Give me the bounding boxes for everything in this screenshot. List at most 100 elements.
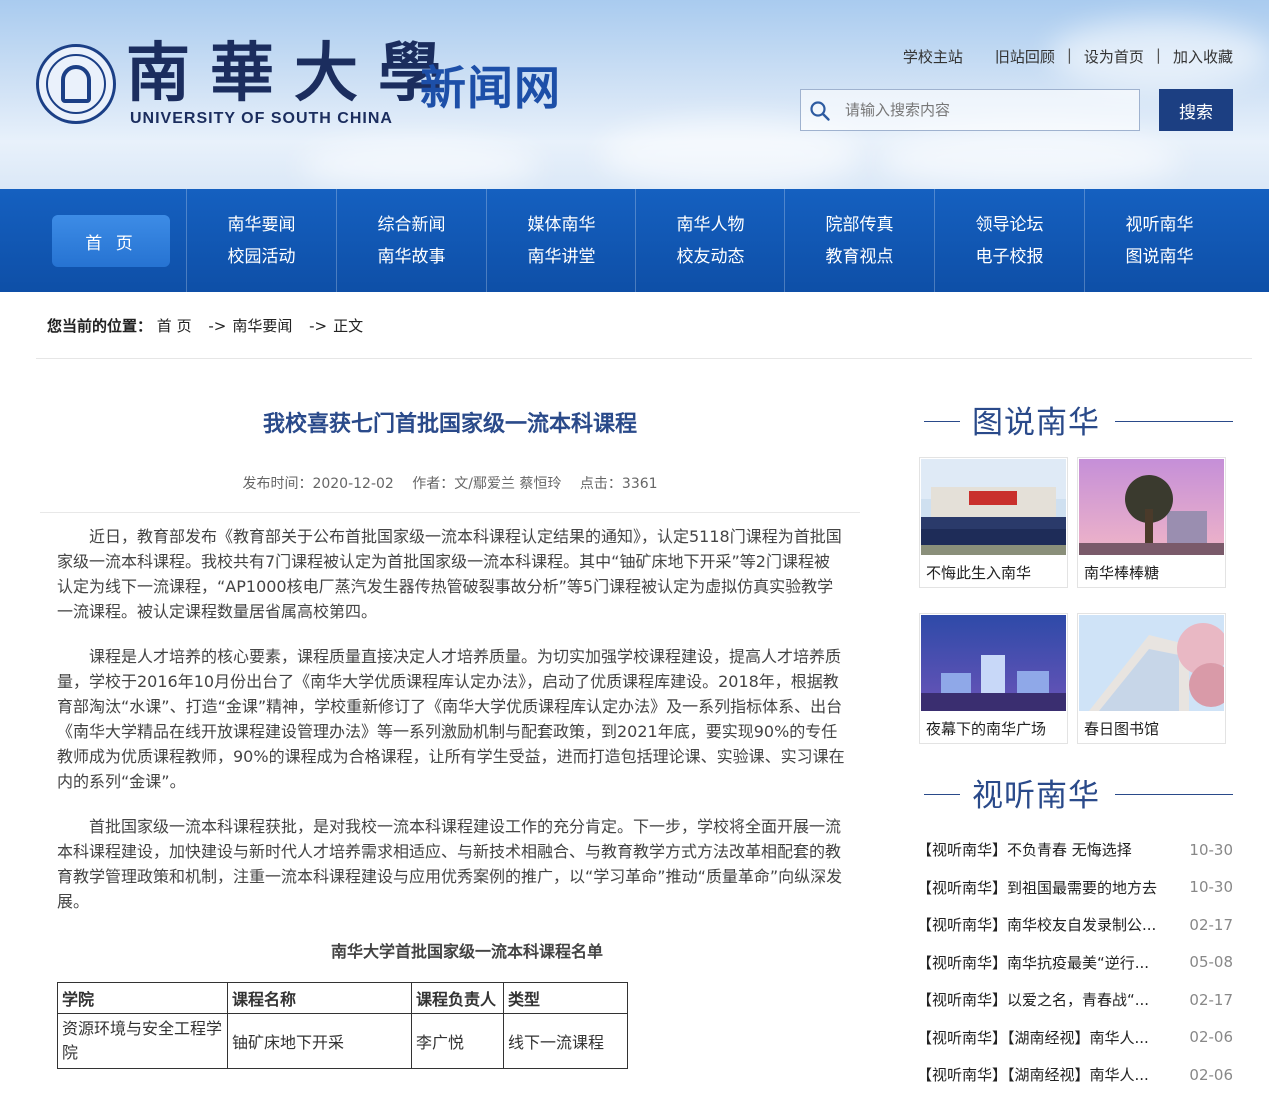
nav-column: 南华要闻 校园活动 — [186, 189, 336, 292]
top-link-old-site[interactable]: 旧站回顾 — [995, 46, 1055, 67]
top-link-bookmark[interactable]: 加入收藏 — [1173, 46, 1233, 67]
table-header-row: 学院 课程名称 课程负责人 类型 — [57, 982, 628, 1014]
video-date: 05-08 — [1189, 953, 1233, 972]
photo-caption[interactable]: 不悔此生入南华 — [926, 562, 1031, 583]
breadcrumb-home[interactable]: 首 页 — [157, 317, 192, 335]
list-item[interactable]: 【视听南华】【湖南经视】南华人... 02-06 — [917, 1056, 1233, 1094]
photo-card[interactable]: 春日图书馆 — [1077, 613, 1226, 744]
video-date: 02-17 — [1189, 915, 1233, 934]
video-section-title[interactable]: 视听南华 — [972, 770, 1100, 815]
table-header: 类型 — [503, 982, 628, 1014]
link-separator: | — [1066, 46, 1072, 64]
breadcrumb-section[interactable]: 南华要闻 — [232, 317, 292, 335]
list-item[interactable]: 【视听南华】到祖国最需要的地方去 10-30 — [917, 869, 1233, 907]
table-header: 课程名称 — [227, 982, 412, 1014]
nav-column: 院部传真 教育视点 — [784, 189, 934, 292]
table-cell: 铀矿床地下开采 — [227, 1013, 412, 1069]
video-date: 10-30 — [1189, 878, 1233, 897]
breadcrumb-arrow: -> — [309, 317, 328, 335]
article-paragraph: 首批国家级一流本科课程获批，是对我校一流本科课程建设工作的充分肯定。下一步，学校… — [57, 817, 843, 911]
article-author: 作者：文/鄢爱兰 蔡恒玲 — [412, 476, 562, 492]
nav-item-department-news[interactable]: 院部传真 — [826, 209, 894, 241]
breadcrumb-label: 您当前的位置： — [47, 317, 153, 335]
article-paragraph: 课程是人才培养的核心要素，课程质量直接决定人才培养质量。为切实加强学校课程建设，… — [57, 647, 845, 791]
nav-item-education-view[interactable]: 教育视点 — [826, 241, 894, 273]
photo-graduation[interactable] — [921, 459, 1066, 555]
list-item[interactable]: 【视听南华】【湖南经视】南华人... 02-06 — [917, 1019, 1233, 1057]
search-box — [800, 89, 1140, 131]
video-title[interactable]: 【视听南华】【湖南经视】南华人... — [917, 1064, 1149, 1085]
nav-item-alumni-news[interactable]: 校友动态 — [677, 241, 745, 273]
search-input[interactable] — [845, 90, 1135, 130]
video-title[interactable]: 【视听南华】【湖南经视】南华人... — [917, 1027, 1149, 1048]
video-title[interactable]: 【视听南华】不负青春 无悔选择 — [917, 839, 1132, 860]
photo-section-title[interactable]: 图说南华 — [972, 397, 1100, 442]
video-date: 02-06 — [1189, 1028, 1233, 1047]
breadcrumb: 您当前的位置： 首 页 -> 南华要闻 -> 正文 — [47, 315, 363, 336]
logo-name-cn[interactable]: 南華大學 — [126, 40, 462, 108]
university-emblem-icon[interactable] — [36, 44, 116, 124]
nav-home[interactable]: 首 页 — [52, 215, 170, 267]
divider — [40, 512, 860, 513]
course-table: 学院 课程名称 课程负责人 类型 资源环境与安全工程学院 铀矿床地下开采 李广悦… — [57, 982, 628, 1069]
article-title: 我校喜获七门首批国家级一流本科课程 — [262, 412, 637, 437]
nav-item-nanhua-news[interactable]: 南华要闻 — [228, 209, 296, 241]
logo-name-en: UNIVERSITY OF SOUTH CHINA — [130, 110, 393, 127]
search-button[interactable]: 搜索 — [1159, 89, 1233, 131]
table-cell: 线下一流课程 — [503, 1013, 628, 1069]
video-title[interactable]: 【视听南华】南华抗疫最美“逆行... — [917, 952, 1149, 973]
photo-card[interactable]: 夜幕下的南华广场 — [919, 613, 1068, 744]
table-cell: 李广悦 — [411, 1013, 504, 1069]
list-item[interactable]: 【视听南华】以爱之名，青春战“... 02-17 — [917, 981, 1233, 1019]
nav-item-e-newspaper[interactable]: 电子校报 — [976, 241, 1044, 273]
video-date: 10-30 — [1189, 840, 1233, 859]
list-item[interactable]: 【视听南华】不负青春 无悔选择 10-30 — [917, 831, 1233, 869]
photo-card[interactable]: 南华棒棒糖 — [1077, 457, 1226, 588]
article-paragraph: 近日，教育部发布《教育部关于公布首批国家级一流本科课程认定结果的通知》，认定51… — [57, 527, 842, 621]
photo-caption[interactable]: 南华棒棒糖 — [1084, 562, 1159, 583]
video-section-header: 视听南华 — [924, 770, 1233, 818]
site-header: 南華大學 UNIVERSITY OF SOUTH CHINA 新闻网 学校主站 … — [0, 0, 1269, 189]
list-item[interactable]: 【视听南华】南华校友自发录制公... 02-17 — [917, 906, 1233, 944]
nav-column: 视听南华 图说南华 — [1084, 189, 1234, 292]
breadcrumb-current: 正文 — [333, 317, 364, 335]
video-date: 02-06 — [1189, 1065, 1233, 1084]
nav-column: 媒体南华 南华讲堂 — [486, 189, 636, 292]
video-title[interactable]: 【视听南华】到祖国最需要的地方去 — [917, 877, 1157, 898]
video-date: 02-17 — [1189, 990, 1233, 1009]
nav-item-campus-activities[interactable]: 校园活动 — [228, 241, 296, 273]
table-cell: 资源环境与安全工程学院 — [57, 1013, 228, 1069]
table-row: 资源环境与安全工程学院 铀矿床地下开采 李广悦 线下一流课程 — [57, 1013, 628, 1069]
nav-item-nanhua-stories[interactable]: 南华故事 — [378, 241, 446, 273]
photo-card[interactable]: 不悔此生入南华 — [919, 457, 1068, 588]
search-icon — [810, 101, 830, 121]
nav-column: 综合新闻 南华故事 — [336, 189, 486, 292]
top-link-main-site[interactable]: 学校主站 — [903, 46, 963, 67]
nav-item-leadership-forum[interactable]: 领导论坛 — [976, 209, 1044, 241]
table-header: 学院 — [57, 982, 228, 1014]
photo-caption[interactable]: 夜幕下的南华广场 — [926, 718, 1046, 739]
nav-item-nanhua-people[interactable]: 南华人物 — [677, 209, 745, 241]
site-name[interactable]: 新闻网 — [420, 62, 561, 114]
nav-item-video-nanhua[interactable]: 视听南华 — [1126, 209, 1194, 241]
click-count: 点击：3361 — [579, 476, 658, 492]
video-title[interactable]: 【视听南华】南华校友自发录制公... — [917, 914, 1156, 935]
nav-column: 南华人物 校友动态 — [635, 189, 785, 292]
photo-caption[interactable]: 春日图书馆 — [1084, 718, 1159, 739]
nav-item-general-news[interactable]: 综合新闻 — [378, 209, 446, 241]
nav-item-nanhua-lectures[interactable]: 南华讲堂 — [528, 241, 596, 273]
photo-library[interactable] — [1079, 615, 1224, 711]
top-link-set-home[interactable]: 设为首页 — [1084, 46, 1144, 67]
photo-tree[interactable] — [1079, 459, 1224, 555]
top-links: 学校主站 旧站回顾 | 设为首页 | 加入收藏 — [903, 46, 1233, 67]
table-caption: 南华大学首批国家级一流本科课程名单 — [330, 942, 603, 961]
photo-square-night[interactable] — [921, 615, 1066, 711]
photo-section-header: 图说南华 — [924, 397, 1233, 445]
nav-item-photo-nanhua[interactable]: 图说南华 — [1126, 241, 1194, 273]
divider — [36, 358, 1252, 359]
list-item[interactable]: 【视听南华】南华抗疫最美“逆行... 05-08 — [917, 944, 1233, 982]
article-body: 近日，教育部发布《教育部关于公布首批国家级一流本科课程认定结果的通知》，认定51… — [57, 524, 845, 934]
video-title[interactable]: 【视听南华】以爱之名，青春战“... — [917, 989, 1149, 1010]
nav-item-media-nanhua[interactable]: 媒体南华 — [528, 209, 596, 241]
publish-time: 发布时间：2020-12-02 — [242, 476, 394, 492]
